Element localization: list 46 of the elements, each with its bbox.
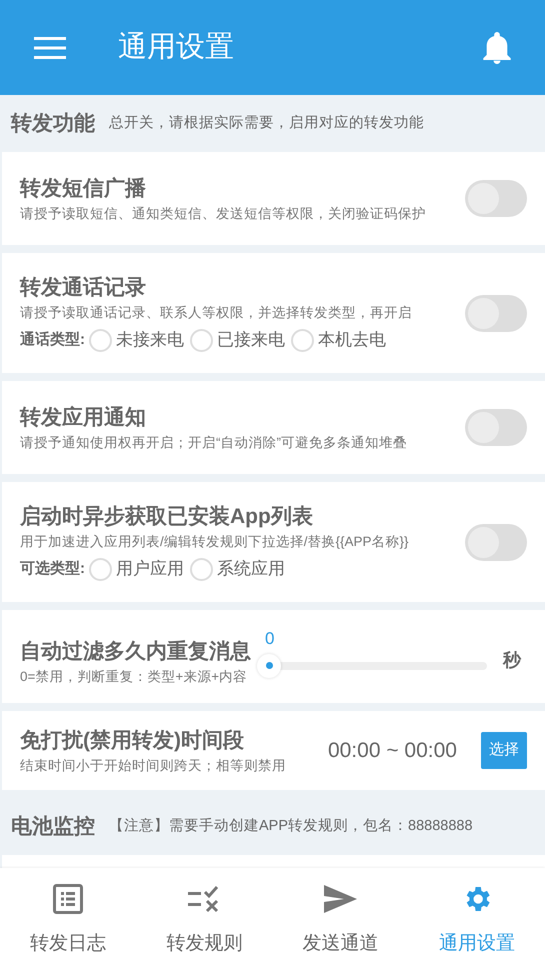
- menu-icon[interactable]: [34, 36, 66, 58]
- send-icon: [324, 885, 358, 913]
- nav-tab[interactable]: 通用设置: [408, 868, 545, 964]
- toggle-switch[interactable]: [465, 409, 527, 446]
- nav-tab[interactable]: 发送通道: [272, 868, 409, 964]
- section-note: 【注意】需要手动创建APP转发规则，包名：88888888: [109, 816, 473, 836]
- setting-title: 转发短信广播: [20, 176, 147, 202]
- slider-value: 0: [265, 628, 274, 650]
- toggle-switch[interactable]: [465, 180, 527, 217]
- radio-button[interactable]: [89, 328, 112, 352]
- setting-description: 结束时间小于开始时间则跨天；相等则禁用: [20, 756, 287, 774]
- radio-button[interactable]: [291, 328, 314, 352]
- setting-title: 转发通话记录: [20, 275, 147, 302]
- app-bar-title: 通用设置: [118, 30, 235, 65]
- setting-title: 免打扰(禁用转发)时间段: [20, 728, 245, 754]
- checklist-icon: [188, 886, 221, 912]
- setting-title: 转发应用通知: [20, 404, 147, 430]
- setting-description: 请授予读取通话记录、联系人等权限，并选择转发类型，再开启: [20, 304, 413, 322]
- radio-button[interactable]: [89, 558, 112, 580]
- setting-description: 用于加速进入应用列表/编辑转发规则下拉选择/替换{{APP名称}}: [20, 533, 410, 552]
- radio-label: 本机去电: [318, 329, 386, 352]
- section-note: 总开关，请根据实际需要，启用对应的转发功能: [109, 114, 424, 133]
- radio-label: 用户应用: [116, 558, 184, 580]
- option-label: 通话类型:: [20, 330, 85, 350]
- setting-description: 请授予通知使用权再开启；开启“自动消除”可避免多条通知堆叠: [20, 434, 408, 452]
- list-icon: [53, 884, 84, 914]
- bell-icon[interactable]: [483, 32, 511, 64]
- section-title: 转发功能: [11, 110, 95, 137]
- toggle-switch[interactable]: [465, 524, 527, 560]
- select-button[interactable]: 选择: [481, 732, 527, 769]
- radio-button[interactable]: [190, 558, 213, 580]
- unit-label: 秒: [503, 649, 521, 672]
- setting-title: 自动过滤多久内重复消息: [20, 638, 251, 664]
- toggle-switch[interactable]: [465, 294, 527, 332]
- radio-button[interactable]: [190, 328, 213, 352]
- radio-label: 已接来电: [217, 329, 285, 352]
- nav-tab[interactable]: 转发规则: [136, 868, 272, 964]
- radio-label: 系统应用: [217, 558, 285, 580]
- radio-label: 未接来电: [116, 329, 184, 352]
- setting-title: 启动时异步获取已安装App列表: [20, 504, 314, 530]
- option-label: 可选类型:: [20, 558, 85, 579]
- nav-tab[interactable]: 转发日志: [0, 868, 136, 964]
- time-range: 00:00 ~ 00:00: [328, 738, 457, 764]
- section-title: 电池监控: [11, 814, 95, 840]
- setting-description: 0=禁用，判断重复：类型+来源+内容: [20, 668, 248, 686]
- setting-description: 请授予读取短信、通知类短信、发送短信等权限，关闭验证码保护: [20, 204, 427, 222]
